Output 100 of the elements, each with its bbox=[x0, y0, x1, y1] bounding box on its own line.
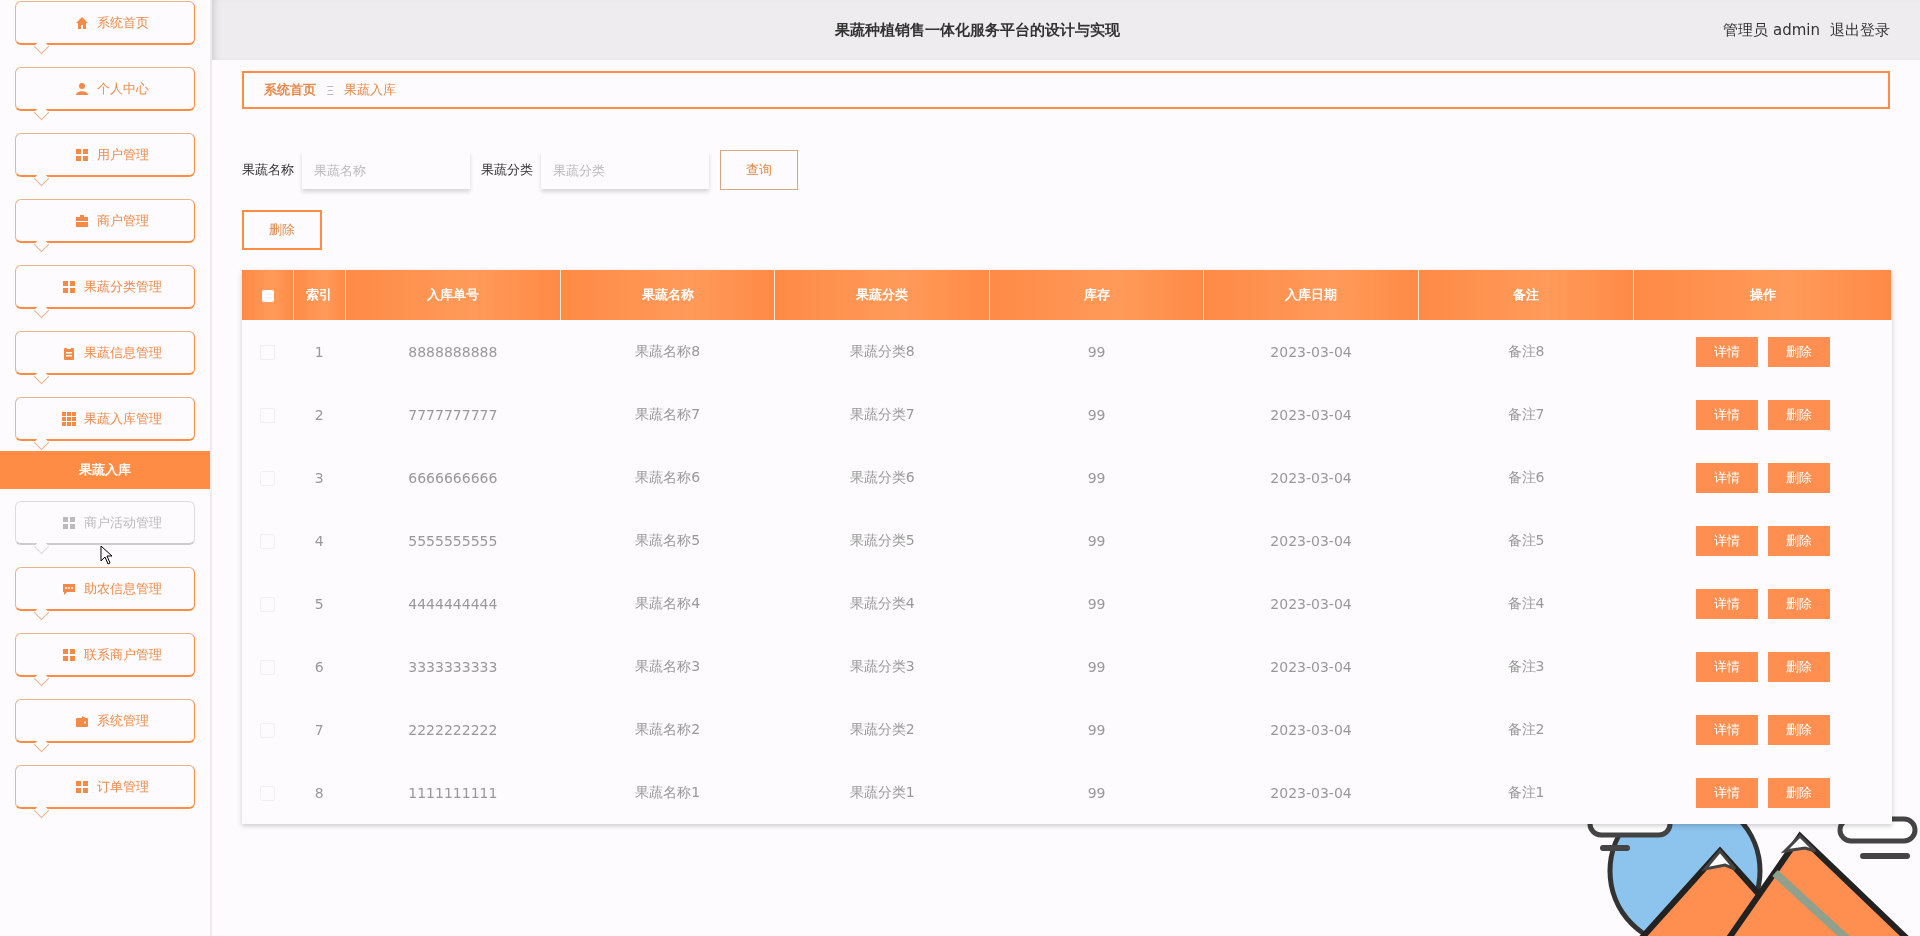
table-cell-text: 4 bbox=[313, 531, 325, 551]
search-field[interactable]: 果蔬名称 bbox=[302, 151, 470, 189]
table-cell-text: 备注6 bbox=[1506, 467, 1546, 487]
delete-button[interactable]: 删除 bbox=[1767, 525, 1830, 556]
table-cell-text: 99 bbox=[1086, 468, 1107, 488]
table-cell-text: 2023-03-04 bbox=[1269, 594, 1353, 614]
column-header: 果蔬分类 bbox=[774, 270, 990, 320]
table-cell-text: 99 bbox=[1086, 720, 1107, 740]
delete-button[interactable]: 删除 bbox=[1767, 777, 1830, 808]
table-cell-text: 果蔬名称7 bbox=[634, 404, 702, 424]
table-cell: 果蔬分类1 bbox=[774, 761, 990, 824]
table-cell-text: 备注5 bbox=[1506, 530, 1546, 550]
person-icon bbox=[75, 81, 89, 96]
logout-link[interactable]: 退出登录 bbox=[1830, 20, 1890, 40]
table-cell: 99 bbox=[989, 320, 1204, 383]
table-cell-text: 果蔬分类4 bbox=[848, 593, 916, 613]
grid-icon bbox=[62, 411, 76, 426]
delete-button[interactable]: 删除 bbox=[1767, 399, 1830, 430]
table-cell-text: 99 bbox=[1086, 531, 1107, 551]
search-field[interactable]: 果蔬分类 bbox=[541, 151, 709, 189]
table-cell-text: 果蔬名称5 bbox=[634, 530, 702, 550]
table-cell-text: 7 bbox=[313, 720, 325, 740]
table-cell-text: 果蔬分类5 bbox=[848, 530, 916, 550]
table-cell-text: 6666666666 bbox=[407, 468, 499, 488]
delete-button[interactable]: 删除 bbox=[1767, 651, 1830, 682]
search-button[interactable]: 查询 bbox=[720, 150, 798, 190]
table-cell: 果蔬分类8 bbox=[774, 320, 990, 383]
table-cell: 备注1 bbox=[1418, 761, 1634, 824]
details-button[interactable]: 详情 bbox=[1695, 714, 1758, 745]
details-button[interactable]: 详情 bbox=[1695, 777, 1758, 808]
table-cell-text: 4444444444 bbox=[407, 594, 499, 614]
table-cell-text: 果蔬名称2 bbox=[634, 719, 702, 739]
table-cell-text: 果蔬名称3 bbox=[634, 656, 702, 676]
table-cell-text: 99 bbox=[1086, 594, 1107, 614]
table-cell-text: 果蔬名称6 bbox=[634, 467, 702, 487]
chat-icon bbox=[62, 581, 76, 596]
details-button[interactable]: 详情 bbox=[1695, 525, 1758, 556]
delete-button[interactable]: 删除 bbox=[242, 210, 322, 250]
page-title: 果蔬种植销售一体化服务平台的设计与实现 bbox=[834, 20, 1122, 40]
table-cell-text: 99 bbox=[1086, 405, 1107, 425]
table-cell-text: 2023-03-04 bbox=[1269, 720, 1353, 740]
breadcrumb-link[interactable]: 系统首页 bbox=[264, 81, 316, 99]
table-cell-text: 果蔬分类6 bbox=[848, 467, 916, 487]
table-cell-text: 2023-03-04 bbox=[1269, 657, 1353, 677]
table-cell: 99 bbox=[989, 761, 1204, 824]
field-label: 果蔬名称 bbox=[242, 161, 294, 179]
table-cell: 8888888888 bbox=[345, 320, 561, 383]
table-cell-text: 备注7 bbox=[1506, 404, 1546, 424]
delete-button[interactable]: 删除 bbox=[1767, 336, 1830, 367]
table-cell-text: 5555555555 bbox=[407, 531, 499, 551]
table-cell: 8 bbox=[293, 761, 346, 824]
table-cell-text: 果蔬分类2 bbox=[848, 719, 916, 739]
details-button[interactable]: 详情 bbox=[1695, 399, 1758, 430]
table-cell-text: 果蔬分类7 bbox=[848, 404, 916, 424]
table-cell-text: 3333333333 bbox=[407, 657, 499, 677]
house-icon bbox=[75, 15, 89, 30]
table-cell: 2023-03-04 bbox=[1203, 320, 1419, 383]
table-cell-text: 2023-03-04 bbox=[1269, 531, 1353, 551]
delete-button[interactable]: 删除 bbox=[1767, 588, 1830, 619]
table-cell-text: 3 bbox=[313, 468, 325, 488]
grid-icon bbox=[62, 279, 76, 294]
table-cell-text: 99 bbox=[1086, 657, 1107, 677]
table-cell-text: 备注2 bbox=[1506, 719, 1546, 739]
column-header: 操作 bbox=[1633, 270, 1892, 320]
table-cell-text: 6 bbox=[313, 657, 325, 677]
details-button[interactable]: 详情 bbox=[1695, 651, 1758, 682]
grid-icon bbox=[62, 647, 76, 662]
field-label: 果蔬分类 bbox=[481, 161, 533, 179]
user-label: 管理员 admin bbox=[1723, 20, 1820, 40]
details-button[interactable]: 详情 bbox=[1695, 462, 1758, 493]
details-button[interactable]: 详情 bbox=[1695, 336, 1758, 367]
table-cell-text: 备注3 bbox=[1506, 656, 1546, 676]
select-all-checkbox[interactable] bbox=[261, 290, 274, 302]
breadcrumb-current: 果蔬入库 bbox=[344, 81, 397, 99]
table-cell-text: 2222222222 bbox=[407, 720, 499, 740]
table-cell-text: 2023-03-04 bbox=[1269, 468, 1353, 488]
table-cell-text: 7777777777 bbox=[407, 405, 499, 425]
grid-icon bbox=[75, 779, 89, 794]
table-cell: 果蔬名称1 bbox=[560, 761, 775, 824]
delete-button[interactable]: 删除 bbox=[1767, 462, 1830, 493]
column-header: 备注 bbox=[1418, 270, 1634, 320]
column-header: 入库单号 bbox=[345, 270, 561, 320]
wallet-icon bbox=[75, 713, 89, 728]
table-cell: 2023-03-04 bbox=[1203, 761, 1419, 824]
table-cell-text: 5 bbox=[313, 594, 325, 614]
column-header: 入库日期 bbox=[1203, 270, 1419, 320]
column-header: 索引 bbox=[293, 270, 346, 320]
breadcrumb-separator: Ξ bbox=[326, 82, 335, 98]
grid-icon bbox=[75, 147, 89, 162]
submenu-item[interactable]: 果蔬入库 bbox=[0, 451, 210, 489]
details-button[interactable]: 详情 bbox=[1695, 588, 1758, 619]
table-cell-text: 果蔬名称4 bbox=[634, 593, 702, 613]
clipboard-icon bbox=[62, 345, 76, 360]
table-cell: 果蔬名称8 bbox=[560, 320, 775, 383]
table-cell-text: 果蔬分类3 bbox=[848, 656, 916, 676]
table-cell-text: 备注4 bbox=[1506, 593, 1546, 613]
table-cell-text: 2 bbox=[313, 405, 325, 425]
delete-button[interactable]: 删除 bbox=[1767, 714, 1830, 745]
table-cell: 1 bbox=[293, 320, 346, 383]
table-cell-text: 2023-03-04 bbox=[1269, 405, 1353, 425]
